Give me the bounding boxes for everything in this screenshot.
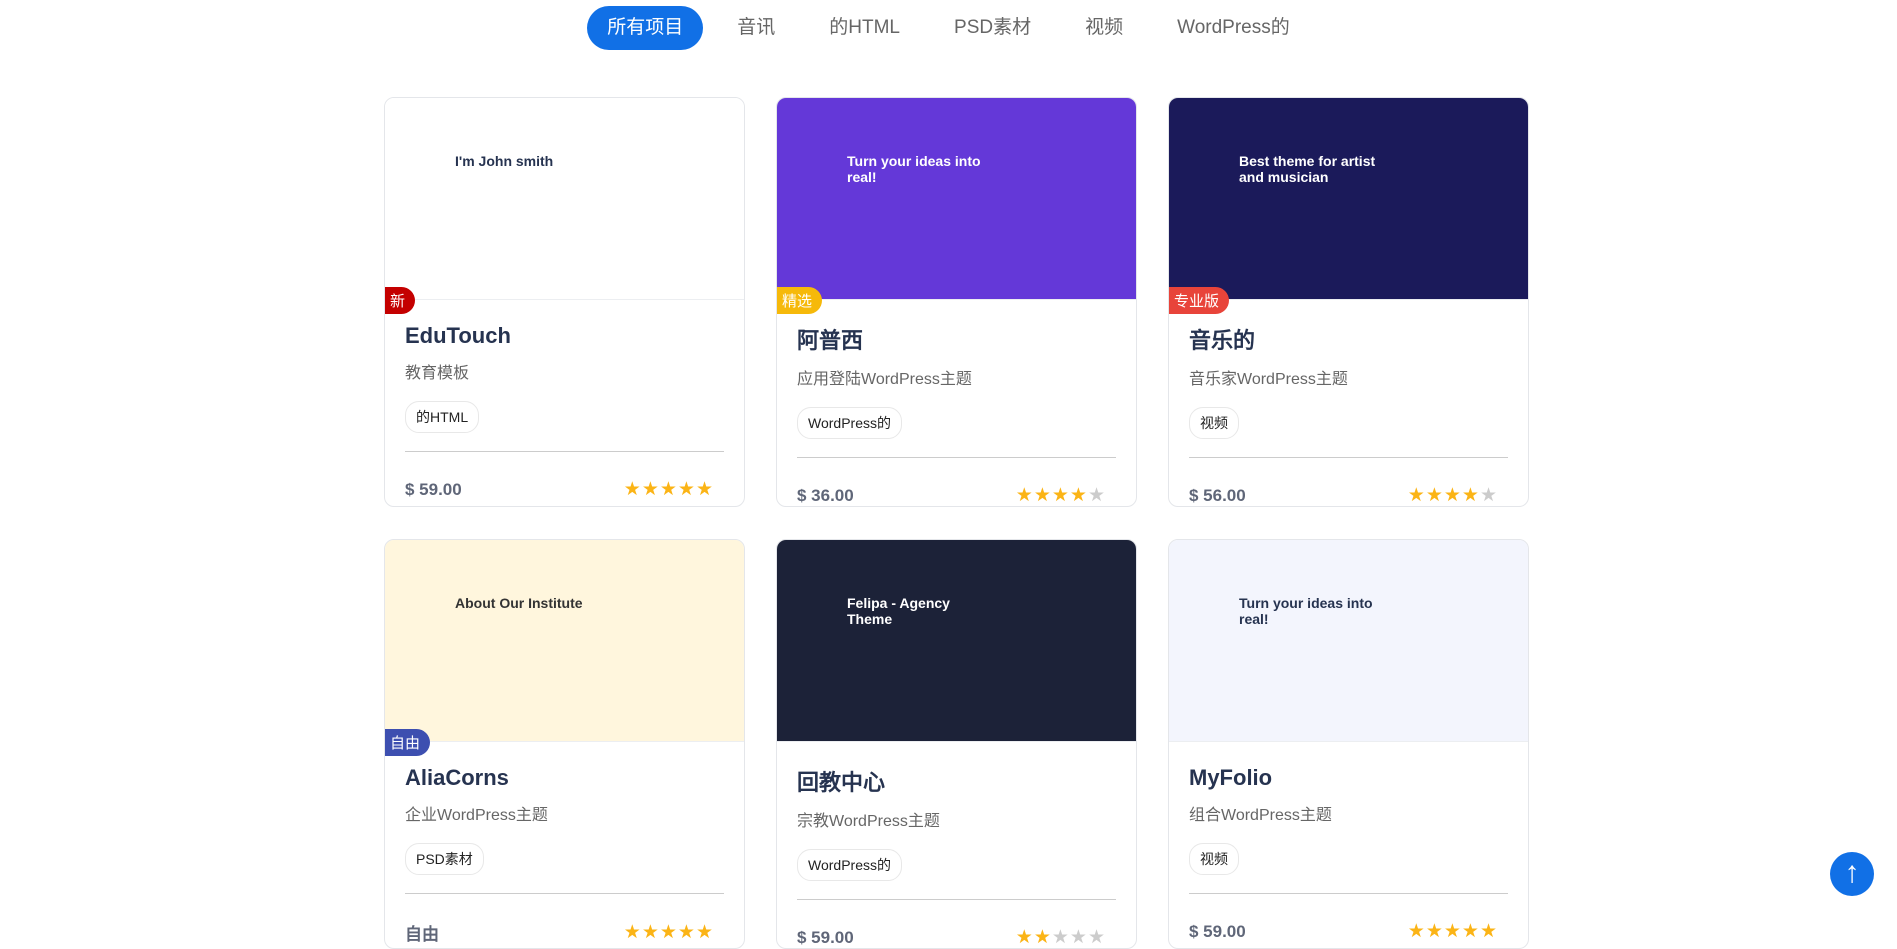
product-subtitle: 企业WordPress主题 <box>405 807 548 824</box>
product-price: 自由 <box>405 925 439 944</box>
star-icon: ★ <box>1479 485 1498 506</box>
star-icon: ★ <box>1425 485 1444 506</box>
product-price: $ 36.00 <box>797 485 854 505</box>
star-icon: ★ <box>1479 921 1498 942</box>
filter-tabs: 所有项目 音讯 的HTML PSD素材 视频 WordPress的 <box>0 6 1897 50</box>
thumbnail-headline: Felipa - Agency Theme <box>847 595 950 627</box>
product-badge: 精选 <box>777 287 823 314</box>
product-card[interactable]: Best theme for artist and musician 专业版 音… <box>1168 97 1529 507</box>
star-icon: ★ <box>1087 927 1106 948</box>
star-icon: ★ <box>1033 485 1052 506</box>
star-icon: ★ <box>1069 927 1088 948</box>
product-tag[interactable]: 的HTML <box>405 401 480 433</box>
product-tag[interactable]: WordPress的 <box>797 849 902 881</box>
star-icon: ★ <box>695 922 714 943</box>
star-icon: ★ <box>677 479 696 500</box>
star-icon: ★ <box>659 922 678 943</box>
rating-stars: ★★★★★ <box>1015 926 1106 948</box>
star-icon: ★ <box>1087 485 1106 506</box>
product-price: $ 59.00 <box>405 479 462 499</box>
product-badge: 自由 <box>385 729 431 756</box>
product-subtitle: 应用登陆WordPress主题 <box>797 371 972 388</box>
star-icon: ★ <box>1407 921 1426 942</box>
product-price: $ 59.00 <box>1189 921 1246 941</box>
filter-tab[interactable]: PSD素材 <box>934 6 1051 50</box>
product-thumbnail[interactable]: I'm John smith <box>385 98 744 300</box>
product-subtitle: 宗教WordPress主题 <box>797 813 940 830</box>
arrow-up-icon: ↑ <box>1844 856 1860 889</box>
product-card[interactable]: Felipa - Agency Theme 回教中心 宗教WordPress主题… <box>776 539 1137 949</box>
filter-tab[interactable]: 的HTML <box>809 6 920 50</box>
star-icon: ★ <box>1015 485 1034 506</box>
star-icon: ★ <box>1443 921 1462 942</box>
star-icon: ★ <box>1069 485 1088 506</box>
rating-stars: ★★★★★ <box>1015 484 1106 506</box>
product-badge: 专业版 <box>1169 287 1230 314</box>
thumbnail-headline: I'm John smith <box>455 153 554 169</box>
divider <box>797 457 1116 458</box>
star-icon: ★ <box>677 922 696 943</box>
divider <box>1189 457 1508 458</box>
product-badge: 新 <box>385 287 416 314</box>
product-title[interactable]: 阿普西 <box>797 323 1116 355</box>
product-tag[interactable]: 视频 <box>1189 843 1239 875</box>
product-tag[interactable]: WordPress的 <box>797 407 902 439</box>
rating-stars: ★★★★★ <box>1407 484 1498 506</box>
divider <box>405 893 724 894</box>
scroll-to-top-button[interactable]: ↑ <box>1830 852 1874 896</box>
star-icon: ★ <box>623 922 642 943</box>
star-icon: ★ <box>1461 921 1480 942</box>
product-title[interactable]: AliaCorns <box>405 765 724 791</box>
divider <box>1189 893 1508 894</box>
filter-tab[interactable]: WordPress的 <box>1157 6 1310 50</box>
product-title[interactable]: MyFolio <box>1189 765 1508 791</box>
product-thumbnail[interactable]: About Our Institute <box>385 540 744 742</box>
product-price: $ 59.00 <box>797 927 854 947</box>
product-card[interactable]: Turn your ideas into real! MyFolio 组合Wor… <box>1168 539 1529 949</box>
product-subtitle: 教育模板 <box>405 365 470 382</box>
divider <box>797 899 1116 900</box>
product-card[interactable]: Turn your ideas into real! 精选 阿普西 应用登陆Wo… <box>776 97 1137 507</box>
product-thumbnail[interactable]: Turn your ideas into real! <box>1169 540 1528 742</box>
star-icon: ★ <box>1425 921 1444 942</box>
product-title[interactable]: EduTouch <box>405 323 724 349</box>
rating-stars: ★★★★★ <box>624 478 714 501</box>
thumbnail-headline: Turn your ideas into real! <box>1239 595 1373 627</box>
rating-stars: ★★★★★ <box>1408 920 1498 943</box>
star-icon: ★ <box>1461 485 1480 506</box>
product-thumbnail[interactable]: Best theme for artist and musician <box>1169 98 1528 300</box>
product-grid: I'm John smith 新 EduTouch 教育模板 的HTML $ 5… <box>384 97 1529 949</box>
star-icon: ★ <box>1033 927 1052 948</box>
product-title[interactable]: 音乐的 <box>1189 323 1508 355</box>
thumbnail-headline: About Our Institute <box>455 595 583 611</box>
star-icon: ★ <box>1015 927 1034 948</box>
star-icon: ★ <box>1407 485 1426 506</box>
star-icon: ★ <box>623 479 642 500</box>
product-subtitle: 音乐家WordPress主题 <box>1189 371 1348 388</box>
product-subtitle: 组合WordPress主题 <box>1189 807 1332 824</box>
product-thumbnail[interactable]: Turn your ideas into real! <box>777 98 1136 300</box>
product-price: $ 56.00 <box>1189 485 1246 505</box>
thumbnail-headline: Best theme for artist and musician <box>1239 153 1376 185</box>
star-icon: ★ <box>641 479 660 500</box>
product-card[interactable]: I'm John smith 新 EduTouch 教育模板 的HTML $ 5… <box>384 97 745 507</box>
filter-tab[interactable]: 所有项目 <box>587 6 704 50</box>
star-icon: ★ <box>1443 485 1462 506</box>
filter-tab[interactable]: 视频 <box>1065 6 1143 50</box>
star-icon: ★ <box>659 479 678 500</box>
product-card[interactable]: About Our Institute 自由 AliaCorns 企业WordP… <box>384 539 745 949</box>
product-tag[interactable]: 视频 <box>1189 407 1239 439</box>
product-thumbnail[interactable]: Felipa - Agency Theme <box>777 540 1136 742</box>
thumbnail-headline: Turn your ideas into real! <box>847 153 981 185</box>
star-icon: ★ <box>1051 485 1070 506</box>
rating-stars: ★★★★★ <box>624 921 714 944</box>
star-icon: ★ <box>1051 927 1070 948</box>
divider <box>405 451 724 452</box>
star-icon: ★ <box>695 479 714 500</box>
product-tag[interactable]: PSD素材 <box>405 843 484 875</box>
product-title[interactable]: 回教中心 <box>797 765 1116 797</box>
star-icon: ★ <box>641 922 660 943</box>
filter-tab[interactable]: 音讯 <box>717 6 795 50</box>
